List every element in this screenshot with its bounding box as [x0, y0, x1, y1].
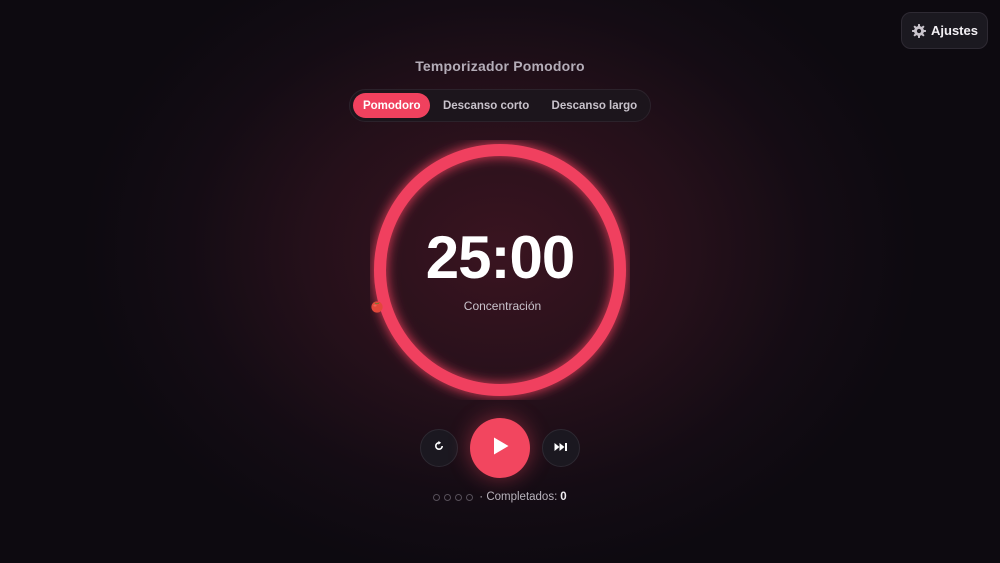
completed-label: · Completados:	[479, 491, 558, 503]
session-dot	[455, 493, 463, 501]
gear-icon	[911, 23, 927, 39]
mode-tabs: Pomodoro Descanso corto Descanso largo	[349, 89, 651, 122]
phase-label: Concentración	[463, 299, 542, 313]
timer-display: 25:00 Concentración	[370, 140, 630, 400]
settings-label: Ajustes	[931, 23, 978, 38]
session-dots	[433, 493, 474, 501]
tab-long-break[interactable]: Descanso largo	[542, 93, 647, 118]
play-icon	[489, 435, 511, 462]
skip-button[interactable]	[542, 429, 580, 467]
session-dot	[444, 493, 452, 501]
timer-controls	[0, 418, 1000, 478]
completed-count: 0	[560, 491, 567, 503]
session-footer: · Completados: 0	[0, 491, 1000, 503]
app-title: Temporizador Pomodoro	[415, 58, 585, 74]
reset-button[interactable]	[420, 429, 458, 467]
play-button[interactable]	[470, 418, 530, 478]
session-dot	[433, 493, 441, 501]
tab-short-break[interactable]: Descanso corto	[430, 93, 541, 118]
tab-pomodoro[interactable]: Pomodoro	[353, 93, 431, 118]
settings-button[interactable]: Ajustes	[901, 12, 988, 49]
timer-time: 25:00	[425, 224, 575, 291]
skip-icon	[554, 439, 568, 457]
reset-icon	[433, 439, 445, 457]
session-dot	[466, 493, 474, 501]
phase-label-row: Concentración	[370, 299, 630, 313]
